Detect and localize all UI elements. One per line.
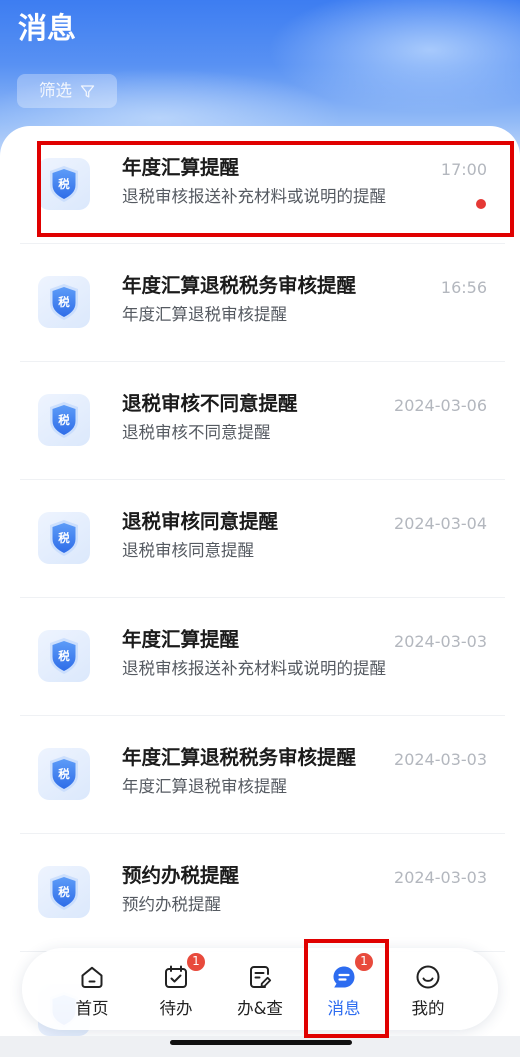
tab-messages[interactable]: 1 消息: [302, 948, 386, 1030]
home-icon: [81, 966, 103, 988]
message-subtitle: 退税审核不同意提醒: [122, 423, 271, 442]
tax-shield-icon: 税: [38, 866, 90, 918]
tab-label: 待办: [159, 999, 193, 1018]
notification-badge: 1: [186, 952, 206, 972]
tab-todo[interactable]: 1 待办: [134, 948, 218, 1030]
tax-shield-icon: 税: [38, 748, 90, 800]
tab-label: 首页: [75, 999, 109, 1018]
message-subtitle: 退税审核报送补充材料或说明的提醒: [122, 187, 386, 206]
tax-shield-icon: 税: [38, 276, 90, 328]
shield-glyph: 税: [58, 767, 70, 781]
message-icon: [333, 966, 355, 988]
smile-icon: [416, 965, 440, 989]
message-item[interactable]: 税 退税审核不同意提醒 退税审核不同意提醒 2024-03-06: [0, 362, 520, 480]
message-time: 2024-03-03: [394, 750, 487, 769]
message-subtitle: 年度汇算退税审核提醒: [122, 777, 287, 796]
tab-label: 办&查: [237, 999, 283, 1018]
message-time: 2024-03-03: [394, 632, 487, 651]
home-indicator: [170, 1040, 352, 1045]
tab-label: 消息: [327, 999, 361, 1018]
shield-glyph: 税: [58, 649, 70, 663]
message-title: 退税审核不同意提醒: [122, 392, 298, 415]
message-title: 年度汇算退税税务审核提醒: [122, 746, 357, 769]
message-subtitle: 预约办税提醒: [122, 895, 221, 914]
shield-glyph: 税: [58, 413, 70, 427]
message-card: 税 年度汇算提醒 退税审核报送补充材料或说明的提醒 17:00 税 年度汇算退税…: [0, 126, 520, 1036]
calendar-check-icon: [165, 965, 187, 988]
message-time: 2024-03-04: [394, 514, 487, 533]
message-title: 年度汇算提醒: [122, 628, 240, 651]
message-subtitle: 退税审核报送补充材料或说明的提醒: [122, 659, 386, 678]
shield-glyph: 税: [58, 295, 70, 309]
message-title: 预约办税提醒: [122, 864, 240, 887]
message-time: 2024-03-03: [394, 868, 487, 887]
message-item[interactable]: 税 年度汇算退税税务审核提醒 年度汇算退税审核提醒 2024-03-03: [0, 716, 520, 834]
unread-dot: [476, 199, 486, 209]
shield-glyph: 税: [58, 885, 70, 899]
tax-shield-icon: 税: [38, 512, 90, 564]
message-item[interactable]: 税 退税审核同意提醒 退税审核同意提醒 2024-03-04: [0, 480, 520, 598]
shield-glyph: 税: [58, 177, 70, 191]
bottom-tab-bar: 首页 1 待办 办&查 1 消息 我的: [22, 948, 498, 1030]
filter-button[interactable]: 筛选: [17, 74, 117, 108]
message-time: 17:00: [440, 160, 487, 179]
notification-badge: 1: [354, 952, 374, 972]
message-subtitle: 年度汇算退税审核提醒: [122, 305, 287, 324]
message-item[interactable]: 税 预约办税提醒 预约办税提醒 2024-03-03: [0, 834, 520, 952]
tax-shield-icon: 税: [38, 630, 90, 682]
page-title: 消息: [18, 11, 77, 45]
message-time: 16:56: [440, 278, 487, 297]
tax-shield-icon: 税: [38, 394, 90, 446]
message-list: 税 年度汇算提醒 退税审核报送补充材料或说明的提醒 17:00 税 年度汇算退税…: [0, 126, 520, 952]
tab-handle-query[interactable]: 办&查: [218, 948, 302, 1030]
funnel-icon: [80, 84, 95, 98]
message-item[interactable]: 税 年度汇算退税税务审核提醒 年度汇算退税审核提醒 16:56: [0, 244, 520, 362]
tab-label: 我的: [411, 999, 445, 1018]
message-title: 退税审核同意提醒: [122, 510, 279, 533]
message-item[interactable]: 税 年度汇算提醒 退税审核报送补充材料或说明的提醒 17:00: [0, 126, 520, 244]
message-title: 年度汇算提醒: [122, 156, 240, 179]
message-time: 2024-03-06: [394, 396, 487, 415]
message-subtitle: 退税审核同意提醒: [122, 541, 254, 560]
shield-glyph: 税: [58, 531, 70, 545]
tax-shield-icon: 税: [38, 158, 90, 210]
tab-profile[interactable]: 我的: [386, 948, 470, 1030]
tab-home[interactable]: 首页: [50, 948, 134, 1030]
filter-label: 筛选: [39, 81, 72, 100]
message-title: 年度汇算退税税务审核提醒: [122, 274, 357, 297]
document-edit-icon: [250, 966, 272, 988]
message-item[interactable]: 税 年度汇算提醒 退税审核报送补充材料或说明的提醒 2024-03-03: [0, 598, 520, 716]
